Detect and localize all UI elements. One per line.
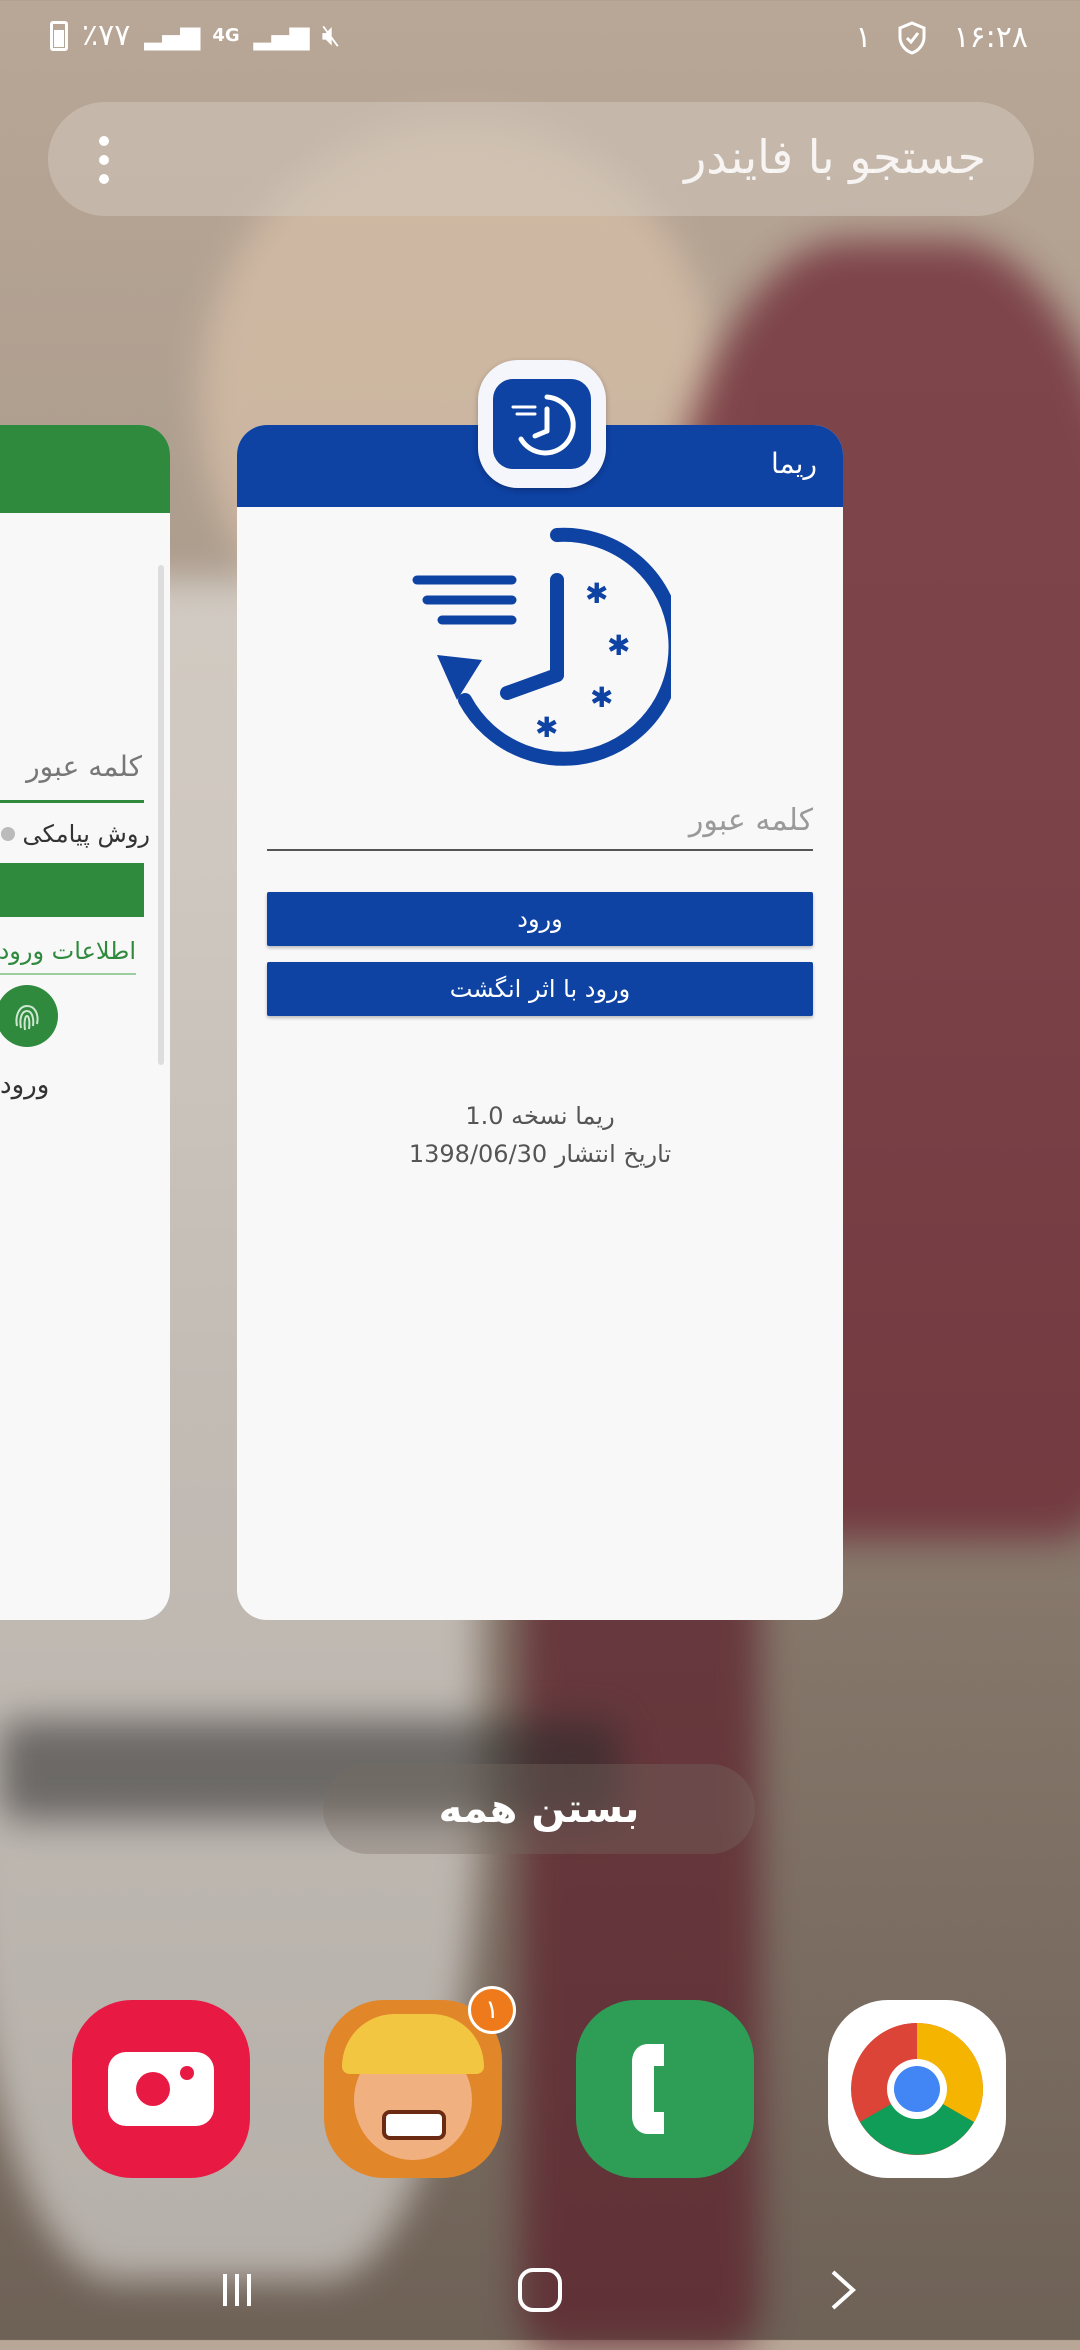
- recent-app-card-rima[interactable]: ریما ✱ ✱ ✱ ✱ کلمه عبور ورود ورود با اثر …: [237, 425, 843, 1620]
- search-placeholder: جستجو با فایندر: [684, 130, 986, 184]
- svg-text:✱: ✱: [590, 681, 613, 714]
- mute-icon: 🔇︎: [321, 18, 341, 53]
- version-info: ریما نسخه 1.0 تاریخ انتشار 1398/06/30: [237, 1097, 843, 1173]
- chrome-icon: [851, 2023, 983, 2155]
- svg-text:✱: ✱: [607, 629, 630, 662]
- phone-app-icon[interactable]: [576, 2000, 754, 2178]
- app-title: ریما: [770, 447, 817, 480]
- clock-icon: [511, 394, 576, 456]
- fingerprint-icon: [0, 985, 58, 1047]
- network-type: 4G: [212, 25, 240, 46]
- camera-icon: [108, 2052, 214, 2126]
- clock: ۱۶:۲۸: [953, 20, 1028, 55]
- sms-label: روش پیامکی: [22, 820, 150, 848]
- finder-search-bar[interactable]: جستجو با فایندر: [48, 102, 1034, 216]
- status-bar: ٪۷۷ ▂▄▆ 4G ▂▄▆ 🔇︎ ۱ ۱۶:۲۸: [0, 0, 1080, 80]
- more-options-icon[interactable]: [98, 136, 110, 184]
- login-button[interactable]: ورود: [267, 892, 813, 946]
- scrollbar: [158, 565, 164, 1065]
- clock-logo-icon: ✱ ✱ ✱ ✱: [412, 527, 671, 766]
- notification-badge: ۱: [468, 1986, 516, 2034]
- home-icon[interactable]: [505, 2260, 575, 2320]
- notification-count: ۱: [855, 20, 872, 55]
- recents-icon[interactable]: [202, 2260, 272, 2320]
- sms-method-option: روش پیامکی: [0, 820, 150, 848]
- signal-icon-2: ▂▄▆: [253, 20, 310, 51]
- left-password-placeholder: کلمه عبور: [26, 750, 142, 783]
- version-line: ریما نسخه 1.0: [465, 1102, 615, 1130]
- recent-app-card-left[interactable]: کلمه عبور روش پیامکی اطلاعات ورود ورود: [0, 425, 170, 1620]
- login-info-link: اطلاعات ورود: [0, 937, 136, 965]
- left-fingerprint-label: ورود: [0, 1070, 50, 1100]
- battery-icon: [50, 20, 68, 51]
- svg-text:✱: ✱: [585, 577, 608, 610]
- signal-icon: ▂▄▆: [144, 20, 200, 51]
- svg-text:✱: ✱: [535, 711, 558, 744]
- chrome-app-icon[interactable]: [828, 2000, 1006, 2178]
- video-app-icon[interactable]: [72, 2000, 250, 2178]
- left-login-button: [0, 863, 144, 917]
- back-icon[interactable]: [808, 2260, 878, 2320]
- fingerprint-login-button[interactable]: ورود با اثر انگشت: [267, 962, 813, 1016]
- battery-level: ٪۷۷: [82, 18, 131, 53]
- shield-icon: [898, 20, 926, 55]
- phone-icon: [632, 2044, 664, 2134]
- navigation-bar: [0, 2240, 1080, 2340]
- password-placeholder: کلمه عبور: [688, 803, 813, 838]
- release-date-line: تاریخ انتشار 1398/06/30: [408, 1140, 672, 1168]
- close-all-button[interactable]: بستن همه: [323, 1764, 755, 1854]
- password-field[interactable]: کلمه عبور: [267, 795, 813, 851]
- radio-icon: [0, 827, 15, 841]
- left-card-header: [0, 425, 170, 513]
- rima-app-icon[interactable]: [478, 360, 606, 488]
